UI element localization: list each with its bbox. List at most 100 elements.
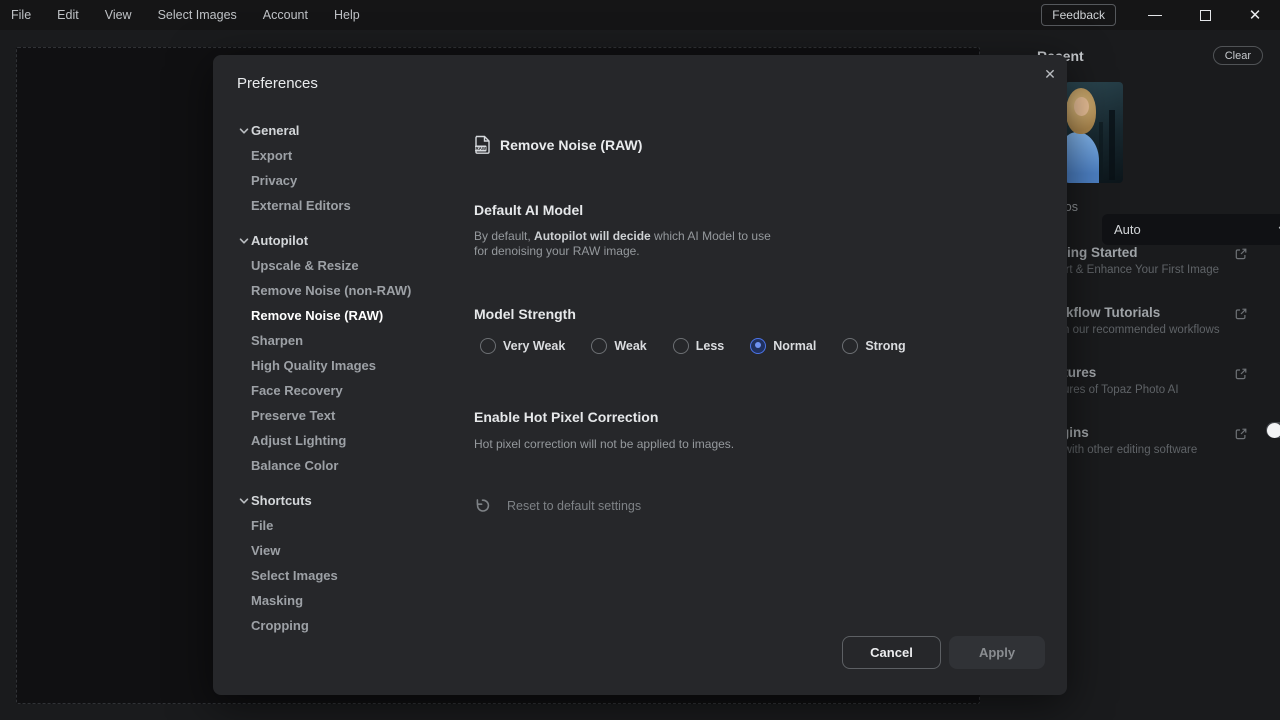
- link-subtitle: Features of Topaz Photo AI: [1040, 384, 1280, 396]
- menu-bar: FileEditViewSelect ImagesAccountHelp: [0, 0, 373, 30]
- menu-account[interactable]: Account: [250, 0, 321, 30]
- titlebar-right: Feedback ✕: [1041, 0, 1280, 30]
- radio-strong[interactable]: Strong: [842, 338, 905, 354]
- nav-label: Autopilot: [251, 233, 308, 248]
- nav-face-recovery[interactable]: Face Recovery: [237, 378, 447, 403]
- link-subtitle: Learn our recommended workflows: [1040, 324, 1280, 336]
- radio-less[interactable]: Less: [673, 338, 725, 354]
- gym-background-shape: [1099, 122, 1103, 180]
- nav-label: High Quality Images: [251, 358, 376, 373]
- apply-button[interactable]: Apply: [949, 636, 1045, 669]
- recent-thumbnail[interactable]: [1065, 82, 1123, 183]
- link-workflow-tutorials[interactable]: Workflow TutorialsLearn our recommended …: [1040, 296, 1280, 356]
- radio-label: Weak: [614, 339, 646, 353]
- link-plugins[interactable]: PluginsUse with other editing software: [1040, 416, 1280, 476]
- radio-label: Very Weak: [503, 339, 565, 353]
- preferences-content: RAW Remove Noise (RAW) Default AI Model …: [474, 55, 1054, 695]
- svg-text:RAW: RAW: [475, 146, 486, 151]
- nav-preserve-text[interactable]: Preserve Text: [237, 403, 447, 428]
- menu-file[interactable]: File: [0, 0, 44, 30]
- ai-model-section-title: Default AI Model: [474, 202, 583, 218]
- nav-balance-color[interactable]: Balance Color: [237, 453, 447, 478]
- reset-defaults-label: Reset to default settings: [507, 499, 641, 513]
- nav-masking[interactable]: Masking: [237, 588, 447, 613]
- person-face-shape: [1074, 97, 1089, 116]
- nav-adjust-lighting[interactable]: Adjust Lighting: [237, 428, 447, 453]
- radio-label: Normal: [773, 339, 816, 353]
- clear-recent-button[interactable]: Clear: [1213, 46, 1263, 65]
- nav-sharpen[interactable]: Sharpen: [237, 328, 447, 353]
- toggle-knob: [1267, 423, 1280, 438]
- nav-label: Masking: [251, 593, 303, 608]
- nav-label: Upscale & Resize: [251, 258, 359, 273]
- nav-view[interactable]: View: [237, 538, 447, 563]
- model-strength-options: Very Weak Weak Less Normal Strong: [480, 338, 906, 354]
- nav-file[interactable]: File: [237, 513, 447, 538]
- raw-file-icon: RAW: [474, 135, 491, 154]
- radio-icon: [673, 338, 689, 354]
- feedback-button[interactable]: Feedback: [1041, 4, 1116, 26]
- nav-label: Preserve Text: [251, 408, 335, 423]
- nav-export[interactable]: Export: [237, 143, 447, 168]
- nav-general[interactable]: General: [237, 118, 447, 143]
- nav-shortcuts[interactable]: Shortcuts: [237, 488, 447, 513]
- external-link-icon: [1234, 427, 1248, 441]
- hot-pixel-section-title: Enable Hot Pixel Correction: [474, 409, 658, 425]
- ai-model-dropdown[interactable]: Auto: [1102, 214, 1280, 245]
- link-subtitle: Use with other editing software: [1040, 444, 1280, 456]
- nav-label: Face Recovery: [251, 383, 343, 398]
- menu-select-images[interactable]: Select Images: [145, 0, 250, 30]
- ai-model-description: By default, Autopilot will decide which …: [474, 229, 772, 258]
- nav-label: Select Images: [251, 568, 338, 583]
- ai-model-dropdown-value: Auto: [1114, 222, 1141, 237]
- external-link-icon: [1234, 247, 1248, 261]
- link-features[interactable]: FeaturesFeatures of Topaz Photo AI: [1040, 356, 1280, 416]
- title-bar: FileEditViewSelect ImagesAccountHelp Fee…: [0, 0, 1280, 30]
- radio-icon: [591, 338, 607, 354]
- nav-high-quality-images[interactable]: High Quality Images: [237, 353, 447, 378]
- nav-label: File: [251, 518, 273, 533]
- link-getting-started[interactable]: Getting StartedImport & Enhance Your Fir…: [1040, 236, 1280, 296]
- link-subtitle: Import & Enhance Your First Image: [1040, 264, 1280, 276]
- nav-label: Balance Color: [251, 458, 338, 473]
- nav-remove-noise-non-raw[interactable]: Remove Noise (non-RAW): [237, 278, 447, 303]
- nav-label: Shortcuts: [251, 493, 312, 508]
- nav-autopilot[interactable]: Autopilot: [237, 228, 447, 253]
- nav-external-editors[interactable]: External Editors: [237, 193, 447, 218]
- nav-label: Remove Noise (non-RAW): [251, 283, 411, 298]
- menu-help[interactable]: Help: [321, 0, 373, 30]
- nav-label: Remove Noise (RAW): [251, 308, 383, 323]
- nav-select-images[interactable]: Select Images: [237, 563, 447, 588]
- radio-very-weak[interactable]: Very Weak: [480, 338, 565, 354]
- nav-label: Privacy: [251, 173, 297, 188]
- menu-view[interactable]: View: [92, 0, 145, 30]
- cancel-button[interactable]: Cancel: [842, 636, 941, 669]
- nav-cropping[interactable]: Cropping: [237, 613, 447, 638]
- radio-label: Strong: [865, 339, 905, 353]
- radio-icon: [750, 338, 766, 354]
- minimize-button[interactable]: [1130, 0, 1180, 30]
- nav-remove-noise-raw[interactable]: Remove Noise (RAW): [237, 303, 447, 328]
- menu-edit[interactable]: Edit: [44, 0, 92, 30]
- person-torso-shape: [1065, 132, 1099, 183]
- close-icon: ✕: [1249, 8, 1262, 23]
- close-window-button[interactable]: ✕: [1230, 0, 1280, 30]
- model-strength-section-title: Model Strength: [474, 306, 576, 322]
- maximize-icon: [1200, 10, 1211, 21]
- radio-weak[interactable]: Weak: [591, 338, 646, 354]
- maximize-button[interactable]: [1180, 0, 1230, 30]
- external-link-icon: [1234, 367, 1248, 381]
- nav-privacy[interactable]: Privacy: [237, 168, 447, 193]
- hot-pixel-toggle[interactable]: [1266, 422, 1280, 438]
- nav-label: Export: [251, 148, 292, 163]
- links-list: Getting StartedImport & Enhance Your Fir…: [1040, 236, 1280, 476]
- gym-background-shape: [1109, 110, 1115, 180]
- radio-normal[interactable]: Normal: [750, 338, 816, 354]
- preferences-nav: General Export Privacy External Editors Auto…: [237, 118, 447, 638]
- external-link-icon: [1234, 307, 1248, 321]
- hot-pixel-description: Hot pixel correction will not be applied…: [474, 437, 734, 451]
- nav-label: Cropping: [251, 618, 309, 633]
- reset-defaults-button[interactable]: Reset to default settings: [474, 497, 641, 514]
- nav-upscale-resize[interactable]: Upscale & Resize: [237, 253, 447, 278]
- dialog-title: Preferences: [237, 75, 318, 92]
